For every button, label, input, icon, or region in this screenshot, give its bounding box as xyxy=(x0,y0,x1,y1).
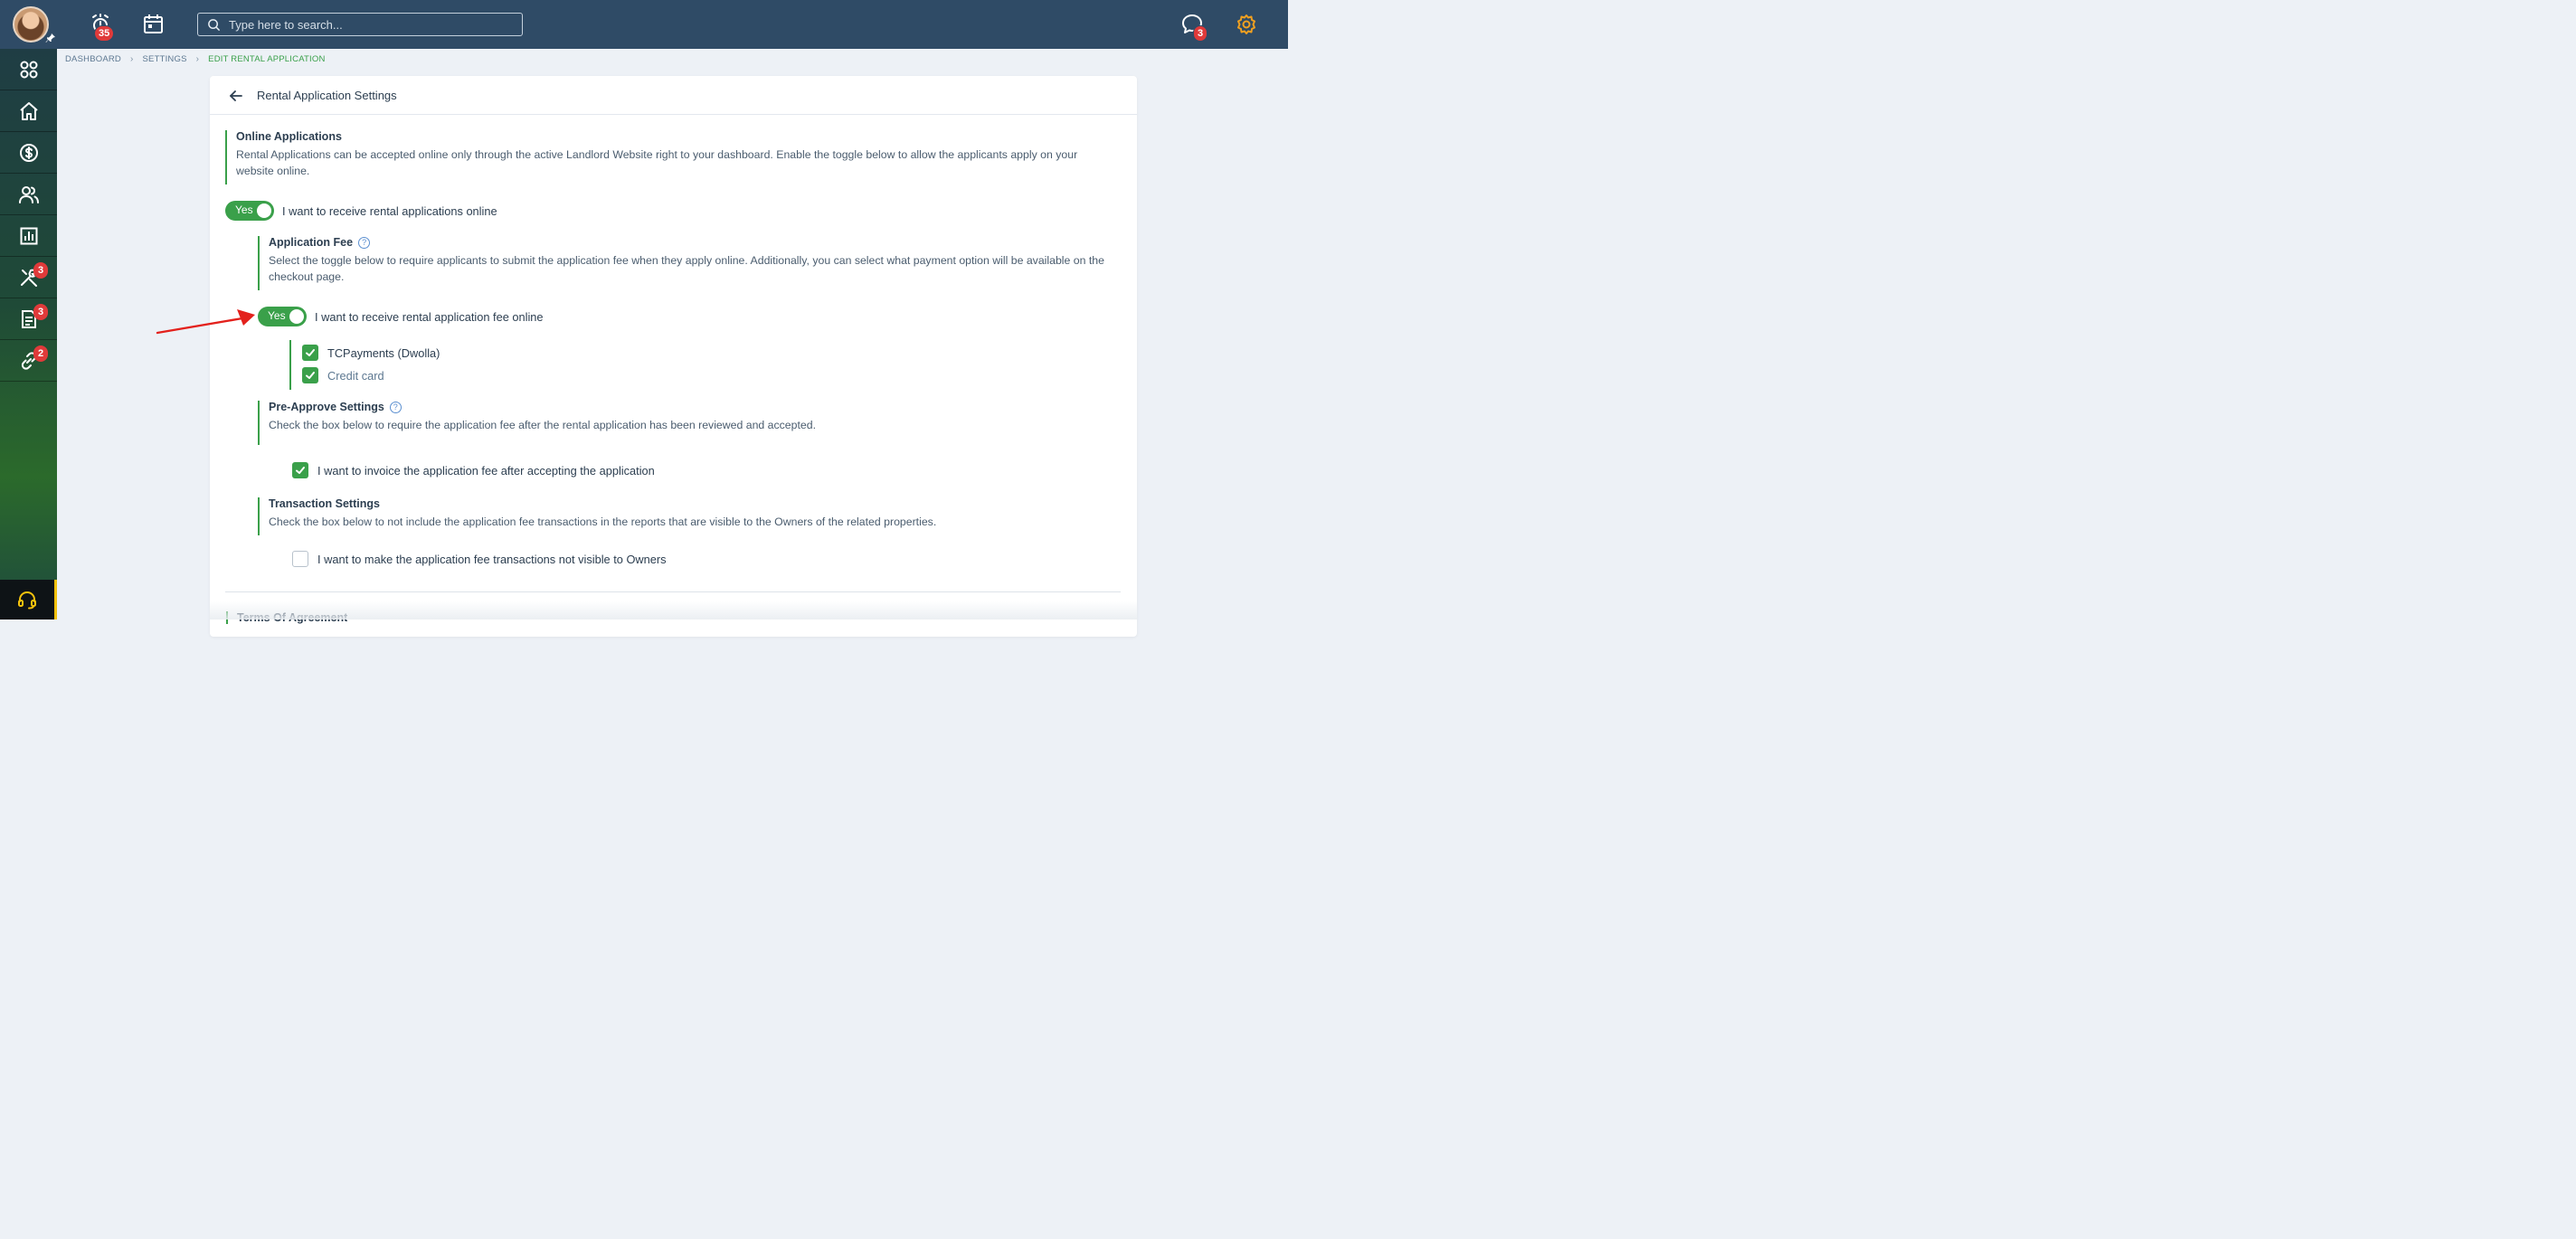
application-fee-section: Application Fee ? Select the toggle belo… xyxy=(258,236,1113,290)
dwolla-label: TCPayments (Dwolla) xyxy=(327,345,440,360)
application-fee-description: Select the toggle below to require appli… xyxy=(269,254,1104,283)
headset-icon xyxy=(18,591,36,610)
checkmark-icon xyxy=(306,349,315,356)
documents-badge: 3 xyxy=(33,304,49,320)
avatar[interactable] xyxy=(13,6,49,43)
dollar-icon xyxy=(19,143,38,162)
payment-option-dwolla[interactable]: TCPayments (Dwolla) xyxy=(302,345,440,361)
toggle-knob xyxy=(257,203,271,218)
alerts-badge: 35 xyxy=(94,25,115,42)
search-input[interactable] xyxy=(229,14,518,35)
toggle-yes-label: Yes xyxy=(235,203,253,216)
help-icon[interactable]: ? xyxy=(358,236,371,249)
links-badge: 2 xyxy=(33,345,49,362)
toggle-knob xyxy=(289,309,304,324)
transaction-settings-description: Check the box below to not include the a… xyxy=(269,515,937,528)
checkmark-icon xyxy=(296,467,305,474)
online-applications-toggle-row: Yes I want to receive rental application… xyxy=(225,201,497,221)
pre-approve-section: Pre-Approve Settings ? Check the box bel… xyxy=(258,401,1113,445)
pre-approve-title: Pre-Approve Settings ? xyxy=(269,401,1113,413)
hide-from-owners-label: I want to make the application fee trans… xyxy=(317,552,667,566)
chevron-right-icon: › xyxy=(129,53,134,64)
chevron-right-icon: › xyxy=(195,53,200,64)
breadcrumb: DASHBOARD › SETTINGS › EDIT RENTAL APPLI… xyxy=(65,53,326,64)
application-fee-toggle-label: I want to receive rental application fee… xyxy=(315,309,544,324)
support-button[interactable] xyxy=(0,580,57,620)
transaction-check-row[interactable]: I want to make the application fee trans… xyxy=(292,551,667,567)
transaction-settings-title: Transaction Settings xyxy=(269,497,380,510)
calendar-icon[interactable] xyxy=(141,12,166,37)
sidebar-item-people[interactable] xyxy=(0,174,57,215)
transaction-settings-section: Transaction Settings Check the box below… xyxy=(258,497,1113,535)
pre-approve-description: Check the box below to require the appli… xyxy=(269,419,816,431)
sidebar-item-dashboard[interactable] xyxy=(0,49,57,90)
dwolla-checkbox[interactable] xyxy=(302,345,318,361)
credit-card-label: Credit card xyxy=(327,368,384,383)
credit-card-checkbox[interactable] xyxy=(302,367,318,383)
breadcrumb-settings[interactable]: SETTINGS xyxy=(143,54,187,64)
users-icon xyxy=(18,185,39,203)
sidebar-item-links[interactable]: 2 xyxy=(0,340,57,382)
maintenance-badge: 3 xyxy=(33,262,49,279)
sidebar-item-documents[interactable]: 3 xyxy=(0,298,57,340)
back-arrow-icon[interactable] xyxy=(228,88,244,104)
online-applications-section: Online Applications Rental Applications … xyxy=(225,130,1094,184)
search-icon xyxy=(208,19,221,32)
pin-icon xyxy=(45,33,56,43)
help-icon[interactable]: ? xyxy=(389,401,402,413)
breadcrumb-current: EDIT RENTAL APPLICATION xyxy=(208,53,326,64)
gear-icon[interactable] xyxy=(1234,12,1259,37)
online-applications-title: Online Applications xyxy=(236,130,342,143)
toggle-yes-label: Yes xyxy=(268,309,286,322)
sidebar-item-maintenance[interactable]: 3 xyxy=(0,257,57,298)
top-bar: 35 3 xyxy=(0,0,1288,49)
dashboard-grid-icon xyxy=(20,61,37,78)
application-fee-toggle-row: Yes I want to receive rental application… xyxy=(258,307,544,326)
online-applications-description: Rental Applications can be accepted onli… xyxy=(236,148,1078,177)
sidebar-item-reports[interactable] xyxy=(0,215,57,257)
pre-approve-check-label: I want to invoice the application fee af… xyxy=(317,463,655,478)
sidebar-item-finance[interactable] xyxy=(0,132,57,174)
checkmark-icon xyxy=(306,372,315,379)
search-box[interactable] xyxy=(197,13,523,36)
payment-option-credit-card[interactable]: Credit card xyxy=(302,367,384,383)
reports-chart-icon xyxy=(20,227,37,244)
home-icon xyxy=(19,101,38,120)
terms-of-agreement-title: Terms Of Agreement xyxy=(226,611,347,624)
annotation-arrow-icon xyxy=(156,309,255,335)
hide-from-owners-checkbox[interactable] xyxy=(292,551,308,567)
card-header: Rental Application Settings xyxy=(210,76,1137,115)
online-applications-toggle[interactable]: Yes xyxy=(225,201,274,221)
application-fee-title-text: Application Fee xyxy=(269,236,354,249)
pre-approve-title-text: Pre-Approve Settings xyxy=(269,401,384,413)
sidebar: 3 3 2 xyxy=(0,49,57,620)
page-title: Rental Application Settings xyxy=(257,89,397,102)
online-applications-toggle-label: I want to receive rental applications on… xyxy=(282,203,497,218)
pre-approve-check-row[interactable]: I want to invoice the application fee af… xyxy=(292,462,655,478)
pre-approve-checkbox[interactable] xyxy=(292,462,308,478)
application-fee-toggle[interactable]: Yes xyxy=(258,307,307,326)
section-divider xyxy=(225,591,1121,592)
sidebar-item-home[interactable] xyxy=(0,90,57,132)
application-fee-title: Application Fee ? xyxy=(269,236,1113,249)
messages-badge: 3 xyxy=(1193,25,1208,42)
breadcrumb-dashboard[interactable]: DASHBOARD xyxy=(65,54,121,64)
payment-options-rule xyxy=(289,340,291,390)
